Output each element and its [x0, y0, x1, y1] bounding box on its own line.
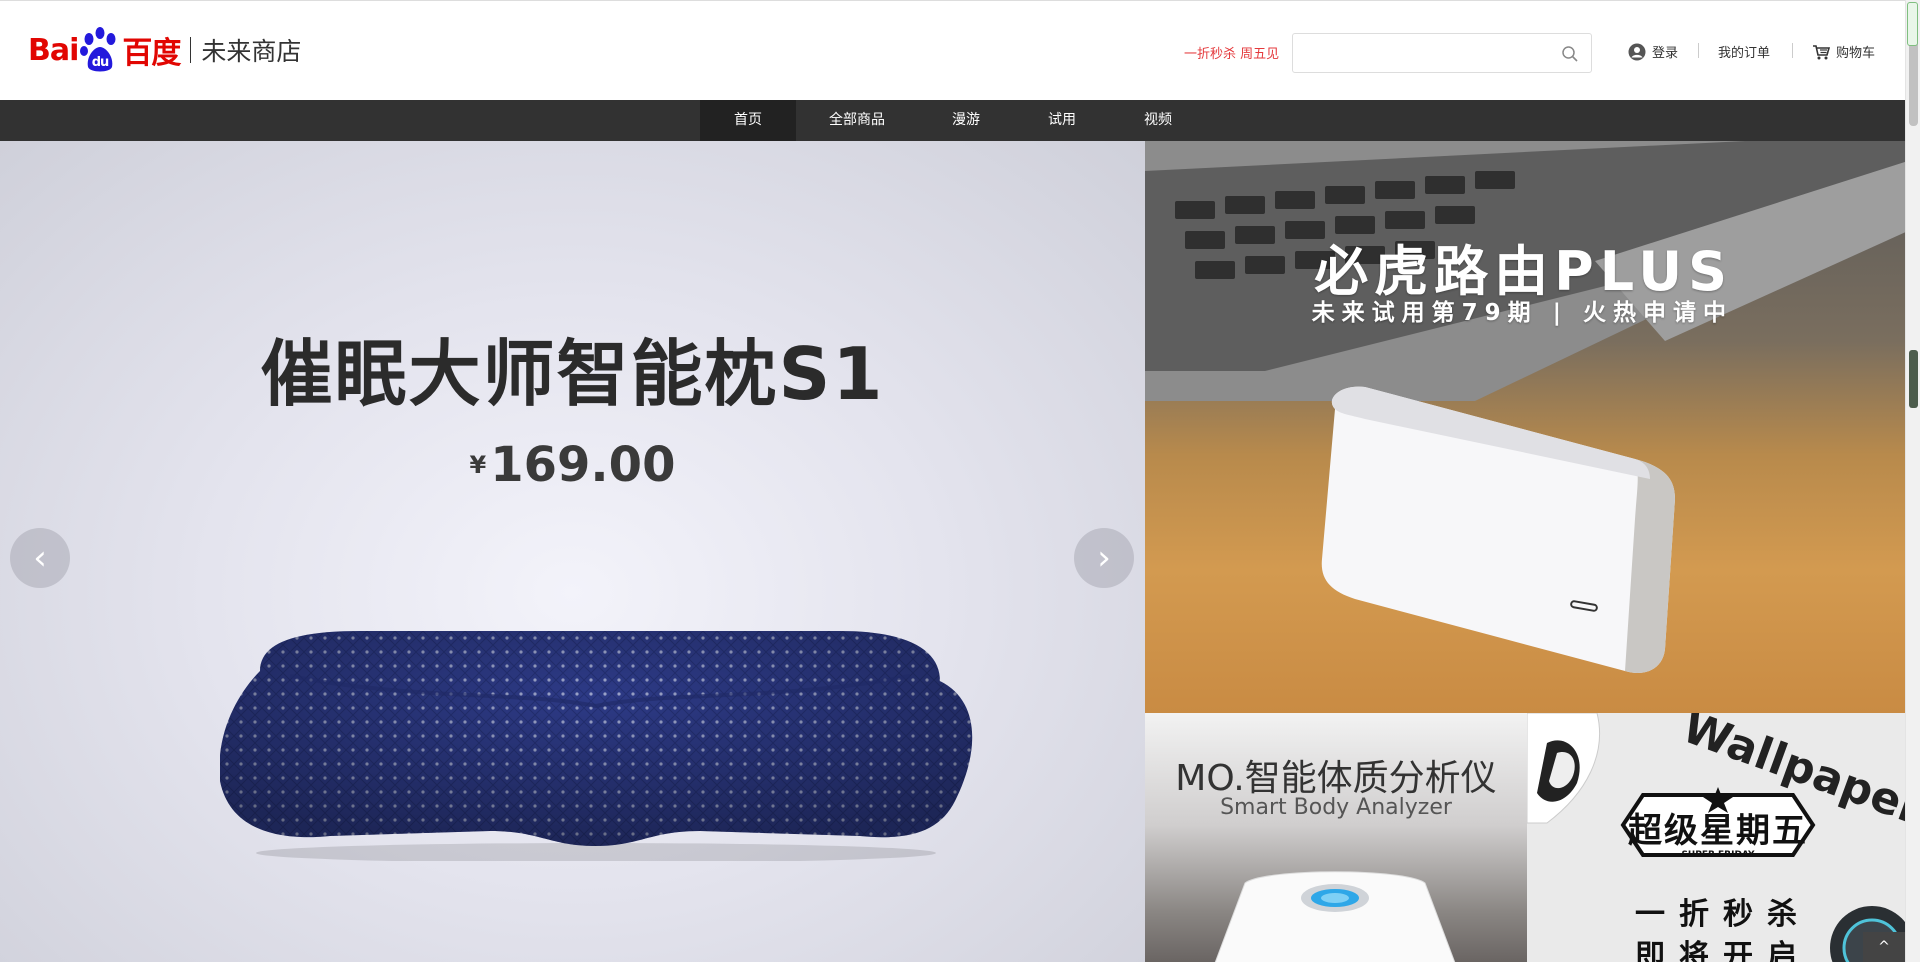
cart-icon: [1812, 44, 1831, 60]
chevron-up-icon: ^: [1878, 939, 1890, 955]
cart-label: 购物车: [1836, 46, 1876, 61]
logo-paw-du-text: du: [92, 55, 109, 70]
logo-du-text: 百度: [122, 36, 181, 71]
baidu-paw-icon: du: [80, 27, 120, 73]
carousel-next-button[interactable]: ›: [1074, 528, 1134, 588]
router-image: [1321, 386, 1675, 673]
header-divider: [1792, 43, 1793, 58]
nav-item-video[interactable]: 视频: [1110, 100, 1206, 141]
side-widget-icon[interactable]: [1907, 2, 1918, 46]
chevron-left-icon: ‹: [33, 538, 47, 578]
hero-carousel[interactable]: 催眠大师智能枕S1 ¥169.00 ‹ ›: [0, 141, 1145, 962]
pillow-image: [220, 631, 973, 861]
router-promo-tile[interactable]: 必虎路由PLUS 未来试用第79期 | 火热申请中: [1145, 141, 1908, 713]
super-friday-tile[interactable]: Wallpaper 超级星期五 SUPER FRIDAY 一折秒杀 即将开启: [1527, 713, 1908, 962]
baidu-logo: Bai du 百度: [28, 27, 181, 73]
logo-divider: [190, 37, 192, 63]
carousel-prev-button[interactable]: ‹: [10, 528, 70, 588]
store-name: 未来商店: [201, 37, 302, 66]
side-tool-icon[interactable]: [1909, 350, 1918, 408]
search-box: [1292, 33, 1592, 73]
login-link[interactable]: 登录: [1628, 42, 1678, 61]
login-label: 登录: [1652, 46, 1679, 61]
logo-bai-text: Bai: [28, 32, 79, 68]
currency-symbol: ¥: [469, 451, 487, 479]
analyzer-subtitle: Smart Body Analyzer: [1220, 795, 1452, 820]
search-input[interactable]: [1301, 42, 1551, 64]
super-friday-text: 超级星期五: [1628, 811, 1808, 851]
price-amount: 169.00: [490, 437, 676, 493]
analyzer-title: MO.智能体质分析仪: [1175, 758, 1497, 799]
nav-item-all-products[interactable]: 全部商品: [796, 100, 918, 141]
my-orders-link[interactable]: 我的订单: [1718, 42, 1770, 61]
super-friday-sub: SUPER FRIDAY: [1681, 850, 1755, 860]
flash-sale-line2: 即将开启: [1635, 939, 1811, 962]
hero-title: 催眠大师智能枕S1: [260, 332, 885, 416]
logo[interactable]: Bai du 百度 未来商店: [28, 25, 301, 75]
search-icon[interactable]: [1561, 45, 1579, 63]
nav-item-home[interactable]: 首页: [700, 100, 796, 141]
my-orders-label: 我的订单: [1718, 46, 1771, 61]
nav-item-trial[interactable]: 试用: [1014, 100, 1110, 141]
nav-items: 首页 全部商品 漫游 试用 视频: [700, 100, 1206, 141]
cart-link[interactable]: 购物车: [1812, 42, 1875, 61]
router-subtitle: 未来试用第79期 | 火热申请中: [1311, 300, 1733, 326]
user-icon: [1628, 43, 1646, 61]
hero-price: ¥169.00: [0, 437, 1145, 493]
chevron-right-icon: ›: [1097, 538, 1111, 578]
site-header: Bai du 百度 未来商店 一折秒杀 周五见 登录 我的订单 购物车: [0, 0, 1905, 100]
page-scrollbar[interactable]: [1905, 0, 1920, 962]
header-divider: [1698, 43, 1699, 58]
smart-scale-image: [1214, 871, 1456, 962]
main-nav: 首页 全部商品 漫游 试用 视频: [0, 100, 1905, 141]
nav-item-roam[interactable]: 漫游: [918, 100, 1014, 141]
back-to-top-button[interactable]: ^: [1863, 932, 1905, 962]
flash-sale-link[interactable]: 一折秒杀 周五见: [1184, 43, 1279, 62]
body-analyzer-tile[interactable]: MO.智能体质分析仪 Smart Body Analyzer: [1145, 713, 1527, 962]
flash-sale-line1: 一折秒杀: [1635, 897, 1811, 932]
